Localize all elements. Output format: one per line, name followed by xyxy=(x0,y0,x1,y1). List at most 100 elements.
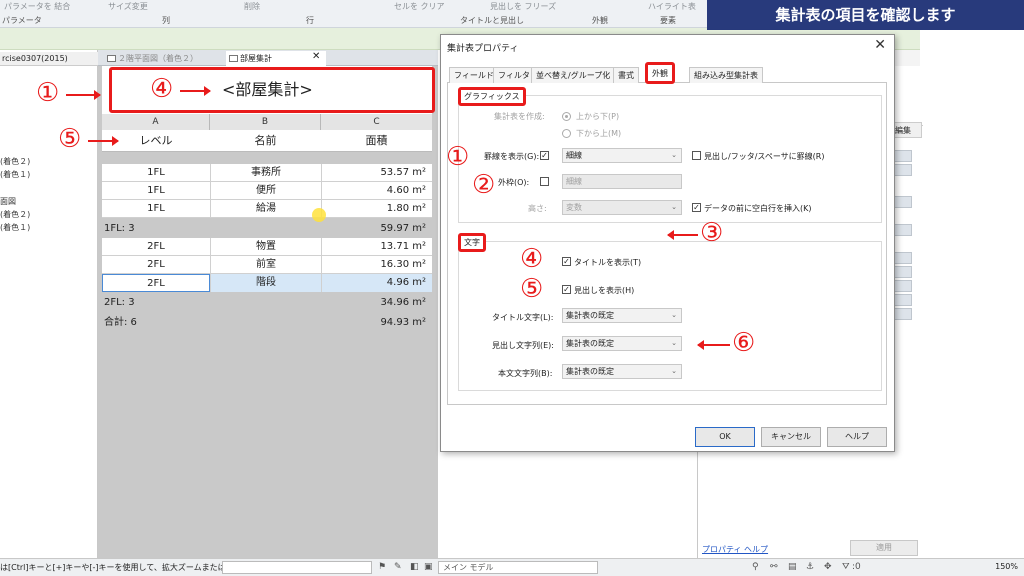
cell-area[interactable]: 4.60 m² xyxy=(321,182,432,200)
tree-item[interactable]: (着色２) xyxy=(0,209,30,220)
tab-appearance[interactable]: 外観 xyxy=(645,62,675,84)
schedule-title[interactable]: <部屋集計> xyxy=(222,76,313,100)
tree-item[interactable]: (着色２) xyxy=(0,156,30,167)
underlay-icon[interactable]: ▤ xyxy=(788,562,797,572)
table-row[interactable]: 2FL 前室 16.30 m² xyxy=(102,256,432,274)
tab-room-schedule[interactable]: 部屋集計 xyxy=(226,51,326,66)
header-gridlines-checkbox[interactable] xyxy=(692,151,701,160)
linked-model-icon[interactable]: ▣ xyxy=(424,562,433,572)
group-total: 59.97 m² xyxy=(380,223,426,234)
appearance-tab-panel: グラフィックス 集計表を作成: 上から下(P) 下から上(M) 罫線を表示(G)… xyxy=(447,83,887,405)
show-title-checkbox[interactable]: ✓ xyxy=(562,257,571,266)
link-select-icon[interactable]: ⚯ xyxy=(770,562,778,572)
cancel-button[interactable]: キャンセル xyxy=(761,427,821,447)
body-text-select[interactable]: 集計表の既定 ⌄ xyxy=(562,364,682,379)
cursor-highlight xyxy=(312,208,326,222)
annotation-number-4: ④ xyxy=(520,244,544,274)
editable-icon[interactable]: ✎ xyxy=(394,562,402,572)
dialog-title: 集計表プロパティ xyxy=(447,44,519,54)
ok-button[interactable]: OK xyxy=(695,427,755,447)
cell-name[interactable]: 物置 xyxy=(210,238,321,256)
ribbon-caption-titles: タイトルと見出し xyxy=(460,16,524,25)
cell-level[interactable]: 1FL xyxy=(102,182,210,200)
clear-cell-button[interactable]: セルを クリア xyxy=(394,1,445,12)
annotation-number-1: ① xyxy=(36,78,60,108)
close-icon[interactable]: ✕ xyxy=(312,51,320,62)
cell-area[interactable]: 13.71 m² xyxy=(321,238,432,256)
cell-area[interactable]: 16.30 m² xyxy=(321,256,432,274)
cell-level[interactable]: 1FL xyxy=(102,164,210,182)
pinned-icon[interactable]: ⚓ xyxy=(806,562,814,572)
cell-area[interactable]: 1.80 m² xyxy=(321,200,432,218)
tree-item[interactable]: 面図 xyxy=(0,196,16,207)
table-row[interactable]: 1FL 便所 4.60 m² xyxy=(102,182,432,200)
column-letter[interactable]: C xyxy=(321,114,432,130)
zoom-level: 150% xyxy=(995,562,1018,571)
merge-parameters-button[interactable]: パラメータを 結合 xyxy=(4,1,70,12)
resize-button[interactable]: サイズ変更 xyxy=(108,1,148,12)
outline-checkbox[interactable] xyxy=(540,177,549,186)
cell-name[interactable]: 階段 xyxy=(210,274,321,292)
tab-formatting[interactable]: 書式 xyxy=(613,67,639,83)
help-button[interactable]: ヘルプ xyxy=(827,427,887,447)
cell-level[interactable]: 2FL xyxy=(102,238,210,256)
design-model-select[interactable]: メイン モデル xyxy=(438,561,598,574)
column-header-area[interactable]: 面積 xyxy=(321,130,432,152)
apply-button[interactable]: 適用 xyxy=(850,540,918,556)
height-select[interactable]: 変数 ⌄ xyxy=(562,200,682,215)
blank-row-checkbox[interactable]: ✓ xyxy=(692,203,701,212)
chevron-down-icon: ⌄ xyxy=(671,151,677,159)
radio-bottom-up[interactable] xyxy=(562,129,571,138)
title-text-select[interactable]: 集計表の既定 ⌄ xyxy=(562,308,682,323)
table-row[interactable]: 1FL 給湯 1.80 m² xyxy=(102,200,432,218)
cell-level[interactable]: 1FL xyxy=(102,200,210,218)
table-row[interactable]: 2FL 物置 13.71 m² xyxy=(102,238,432,256)
cell-name[interactable]: 前室 xyxy=(210,256,321,274)
view-tab-bar: ２階平面図（着色２） 部屋集計 ✕ xyxy=(98,50,438,66)
cell-level[interactable]: 2FL xyxy=(102,256,210,274)
annotation-arrow xyxy=(667,230,698,240)
workset-field[interactable] xyxy=(222,561,372,574)
drag-icon[interactable]: ✥ xyxy=(824,562,832,572)
cell-name[interactable]: 事務所 xyxy=(210,164,321,182)
show-headers-checkbox[interactable]: ✓ xyxy=(562,285,571,294)
table-row-selected[interactable]: 2FL 階段 4.96 m² xyxy=(102,274,432,292)
cell-level[interactable]: 2FL xyxy=(102,274,210,292)
cell-area[interactable]: 4.96 m² xyxy=(321,274,432,292)
annotation-number-3: ③ xyxy=(700,218,724,248)
chevron-down-icon: ⌄ xyxy=(671,203,677,211)
header-text-select[interactable]: 集計表の既定 ⌄ xyxy=(562,336,682,351)
tree-item[interactable]: (着色１) xyxy=(0,169,30,180)
cell-name[interactable]: 便所 xyxy=(210,182,321,200)
delete-button[interactable]: 削除 xyxy=(244,1,260,12)
filter-icon[interactable]: ⛛ xyxy=(842,562,850,572)
grand-total-label: 合計: 6 xyxy=(104,317,137,328)
radio-top-down[interactable] xyxy=(562,112,571,121)
column-header-row: レベル 名前 面積 xyxy=(102,130,432,152)
column-header-name[interactable]: 名前 xyxy=(210,130,321,152)
tab-fields[interactable]: フィールド xyxy=(449,67,499,83)
outline-style-select[interactable]: 細線 xyxy=(562,174,682,189)
close-icon[interactable]: ✕ xyxy=(874,37,886,53)
gridlines-checkbox[interactable]: ✓ xyxy=(540,151,549,160)
column-letter-row: A B C xyxy=(102,114,432,130)
freeze-header-button[interactable]: 見出しを フリーズ xyxy=(490,1,556,12)
tree-item[interactable]: (着色１) xyxy=(0,222,30,233)
column-letter[interactable]: B xyxy=(210,114,321,130)
column-letter[interactable]: A xyxy=(102,114,210,130)
table-row[interactable]: 1FL 事務所 53.57 m² xyxy=(102,164,432,182)
cell-name[interactable]: 給湯 xyxy=(210,200,321,218)
tab-sorting-grouping[interactable]: 並べ替え/グループ化 xyxy=(531,67,616,83)
design-option-icon[interactable]: ◧ xyxy=(410,562,419,572)
workset-icon[interactable]: ⚑ xyxy=(378,562,386,572)
tab-floor-plan[interactable]: ２階平面図（着色２） xyxy=(104,51,198,66)
highlight-button[interactable]: ハイライト表 xyxy=(648,1,696,12)
pin-icon[interactable]: ⚲ xyxy=(752,562,759,572)
tab-embedded-schedule[interactable]: 組み込み型集計表 xyxy=(689,67,763,83)
properties-help-link[interactable]: プロパティ ヘルプ xyxy=(702,544,768,555)
header-text-label: 見出し文字列(E): xyxy=(492,341,554,350)
tab-filter[interactable]: フィルタ xyxy=(493,67,535,83)
caption-banner: 集計表の項目を確認します xyxy=(707,0,1024,30)
cell-area[interactable]: 53.57 m² xyxy=(321,164,432,182)
gridlines-style-select[interactable]: 細線 ⌄ xyxy=(562,148,682,163)
